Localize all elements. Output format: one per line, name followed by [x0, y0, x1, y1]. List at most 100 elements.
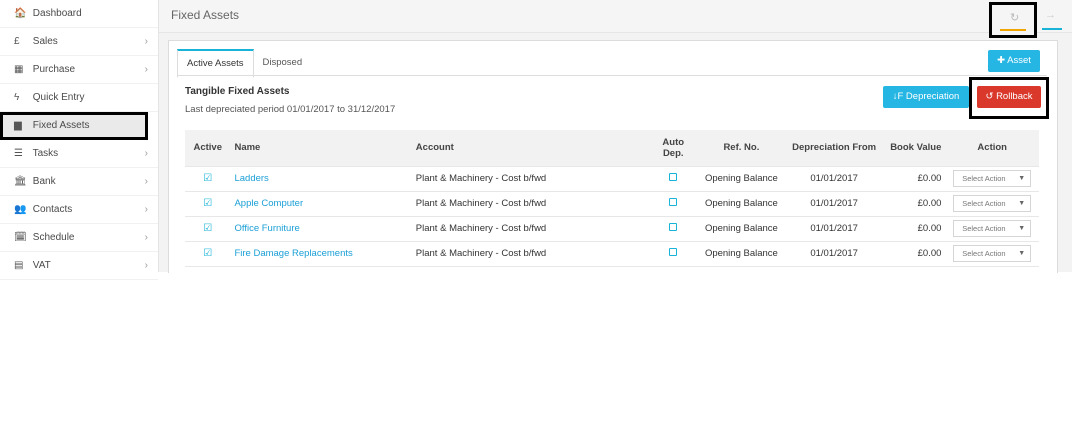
chevron-right-icon: › [144, 232, 148, 243]
sidebar-item-label: Sales [32, 36, 58, 47]
chevron-right-icon: › [144, 204, 148, 215]
sidebar-item-label: Tasks [32, 148, 59, 159]
section-title: Tangible Fixed Assets [185, 86, 290, 97]
asset-name-link[interactable]: Office Furniture [234, 223, 299, 234]
sidebar-item-tasks[interactable]: ☰ Tasks › [0, 140, 158, 168]
page-title: Fixed Assets [171, 8, 240, 22]
chevron-right-icon: › [144, 64, 148, 75]
col-name[interactable]: Name [230, 130, 411, 166]
sidebar: 🏠 Dashboard £ Sales › ▦ Purchase › ϟ Qui… [0, 0, 159, 280]
auto-dep-checkbox[interactable] [669, 198, 678, 206]
sidebar-item-label: Purchase [32, 64, 76, 75]
calendar-icon: 🗓 [14, 232, 27, 243]
book-value-cell: £0.00 [883, 240, 946, 266]
table-header-row: Active Name Account Auto Dep. Ref. No. D… [185, 130, 1039, 166]
sidebar-item-fixed-assets[interactable]: ▆ Fixed Assets [0, 112, 148, 140]
top-bar: Fixed Assets ↻ → [159, 0, 1072, 38]
asset-name-link[interactable]: Apple Computer [234, 198, 303, 209]
action-select[interactable]: Select Action ▼ [953, 220, 1032, 237]
active-checkbox[interactable]: ☑ [203, 198, 212, 209]
dep-from-cell: 01/01/2017 [785, 240, 884, 266]
action-select[interactable]: Select Action ▼ [953, 245, 1032, 262]
calculator-icon: ▤ [14, 260, 24, 271]
dep-from-cell: 01/01/2017 [785, 165, 884, 191]
active-checkbox[interactable]: ☑ [203, 223, 212, 234]
col-account[interactable]: Account [412, 130, 649, 166]
users-icon: 👥 [14, 204, 27, 215]
account-cell: Plant & Machinery - Cost b/fwd [411, 190, 649, 216]
building-icon: ▆ [14, 120, 22, 131]
tasks-icon: ☰ [14, 148, 23, 159]
assets-table: Active Name Account Auto Dep. Ref. No. D… [185, 130, 1039, 277]
account-cell: Plant & Machinery - Cost b/fwd [411, 240, 649, 266]
action-select-value: Select Action [962, 249, 1006, 258]
sidebar-item-vat[interactable]: ▤ VAT › [0, 252, 158, 280]
asset-name-link[interactable]: Fire Damage Replacements [234, 248, 352, 259]
refresh-underline [1000, 29, 1026, 31]
refresh-icon: ↻ [1010, 12, 1020, 24]
account-cell: Plant & Machinery - Cost b/fwd [411, 215, 649, 241]
active-checkbox[interactable]: ☑ [203, 173, 212, 184]
tabs: Active Assets Disposed [177, 49, 312, 78]
dep-from-cell: 01/01/2017 [785, 215, 884, 241]
sidebar-item-label: VAT [32, 260, 51, 271]
col-book-value[interactable]: Book Value [883, 130, 945, 166]
sidebar-item-sales[interactable]: £ Sales › [0, 28, 158, 56]
rollback-button[interactable]: ↺ Rollback [977, 86, 1041, 108]
book-value-cell: £0.00 [883, 190, 946, 216]
action-select-value: Select Action [962, 174, 1006, 183]
chevron-right-icon: › [144, 176, 148, 187]
asset-name-link[interactable]: Ladders [234, 173, 268, 184]
auto-dep-checkbox[interactable] [669, 173, 678, 181]
ref-cell: Opening Balance [697, 240, 786, 266]
caret-down-icon: ▼ [1018, 200, 1026, 207]
chevron-right-icon: › [144, 148, 148, 159]
arrow-underline [1042, 28, 1062, 30]
sidebar-item-label: Bank [32, 176, 56, 187]
col-ref-no[interactable]: Ref. No. [698, 130, 785, 166]
caret-down-icon: ▼ [1018, 225, 1026, 232]
auto-dep-checkbox[interactable] [669, 248, 678, 256]
action-select[interactable]: Select Action ▼ [953, 195, 1032, 212]
sidebar-item-dashboard[interactable]: 🏠 Dashboard [0, 0, 158, 28]
sidebar-item-label: Quick Entry [32, 92, 85, 103]
ref-cell: Opening Balance [697, 165, 786, 191]
caret-down-icon: ▼ [1018, 175, 1026, 182]
add-asset-button[interactable]: ✚ Asset [988, 50, 1040, 72]
sidebar-item-label: Contacts [32, 204, 73, 215]
caret-down-icon: ▼ [1018, 250, 1026, 257]
bolt-icon: ϟ [14, 92, 20, 103]
sidebar-item-quick-entry[interactable]: ϟ Quick Entry [0, 84, 158, 112]
table-row: ☑ Office Furniture Plant & Machinery - C… [185, 215, 1039, 241]
col-active[interactable]: Active [185, 130, 230, 166]
tab-active-assets[interactable]: Active Assets [177, 49, 254, 78]
sidebar-item-label: Fixed Assets [32, 120, 90, 131]
refresh-button[interactable]: ↻ [989, 2, 1037, 38]
account-cell: Plant & Machinery - Cost b/fwd [411, 165, 649, 191]
sidebar-item-purchase[interactable]: ▦ Purchase › [0, 56, 158, 84]
bank-icon: 🏛 [14, 176, 27, 187]
ref-cell: Opening Balance [697, 190, 786, 216]
tab-disposed[interactable]: Disposed [254, 49, 312, 75]
sidebar-item-schedule[interactable]: 🗓 Schedule › [0, 224, 158, 252]
depreciation-button[interactable]: ↓F Depreciation [883, 86, 969, 108]
section-subtitle: Last depreciated period 01/01/2017 to 31… [185, 104, 396, 115]
auto-dep-checkbox[interactable] [669, 223, 678, 231]
col-depreciation-from[interactable]: Depreciation From [785, 130, 883, 166]
book-value-cell: £0.00 [883, 165, 946, 191]
table-row: ☑ Ladders Plant & Machinery - Cost b/fwd… [185, 165, 1039, 191]
home-icon: 🏠 [14, 8, 27, 19]
active-checkbox[interactable]: ☑ [203, 248, 212, 259]
chevron-right-icon: › [144, 36, 148, 47]
arrow-right-icon[interactable]: → [1045, 9, 1056, 21]
rollback-highlight: ↺ Rollback [969, 77, 1049, 119]
table-row-partial [185, 265, 1039, 277]
sidebar-item-bank[interactable]: 🏛 Bank › [0, 168, 158, 196]
ref-cell: Opening Balance [697, 215, 786, 241]
sidebar-item-contacts[interactable]: 👥 Contacts › [0, 196, 158, 224]
col-auto-dep[interactable]: Auto Dep. [649, 130, 698, 166]
action-select[interactable]: Select Action ▼ [953, 170, 1032, 187]
book-value-cell: £0.00 [883, 215, 946, 241]
table-row: ☑ Fire Damage Replacements Plant & Machi… [185, 240, 1039, 266]
fixed-assets-panel: Active Assets Disposed ✚ Asset Tangible F… [168, 40, 1058, 277]
